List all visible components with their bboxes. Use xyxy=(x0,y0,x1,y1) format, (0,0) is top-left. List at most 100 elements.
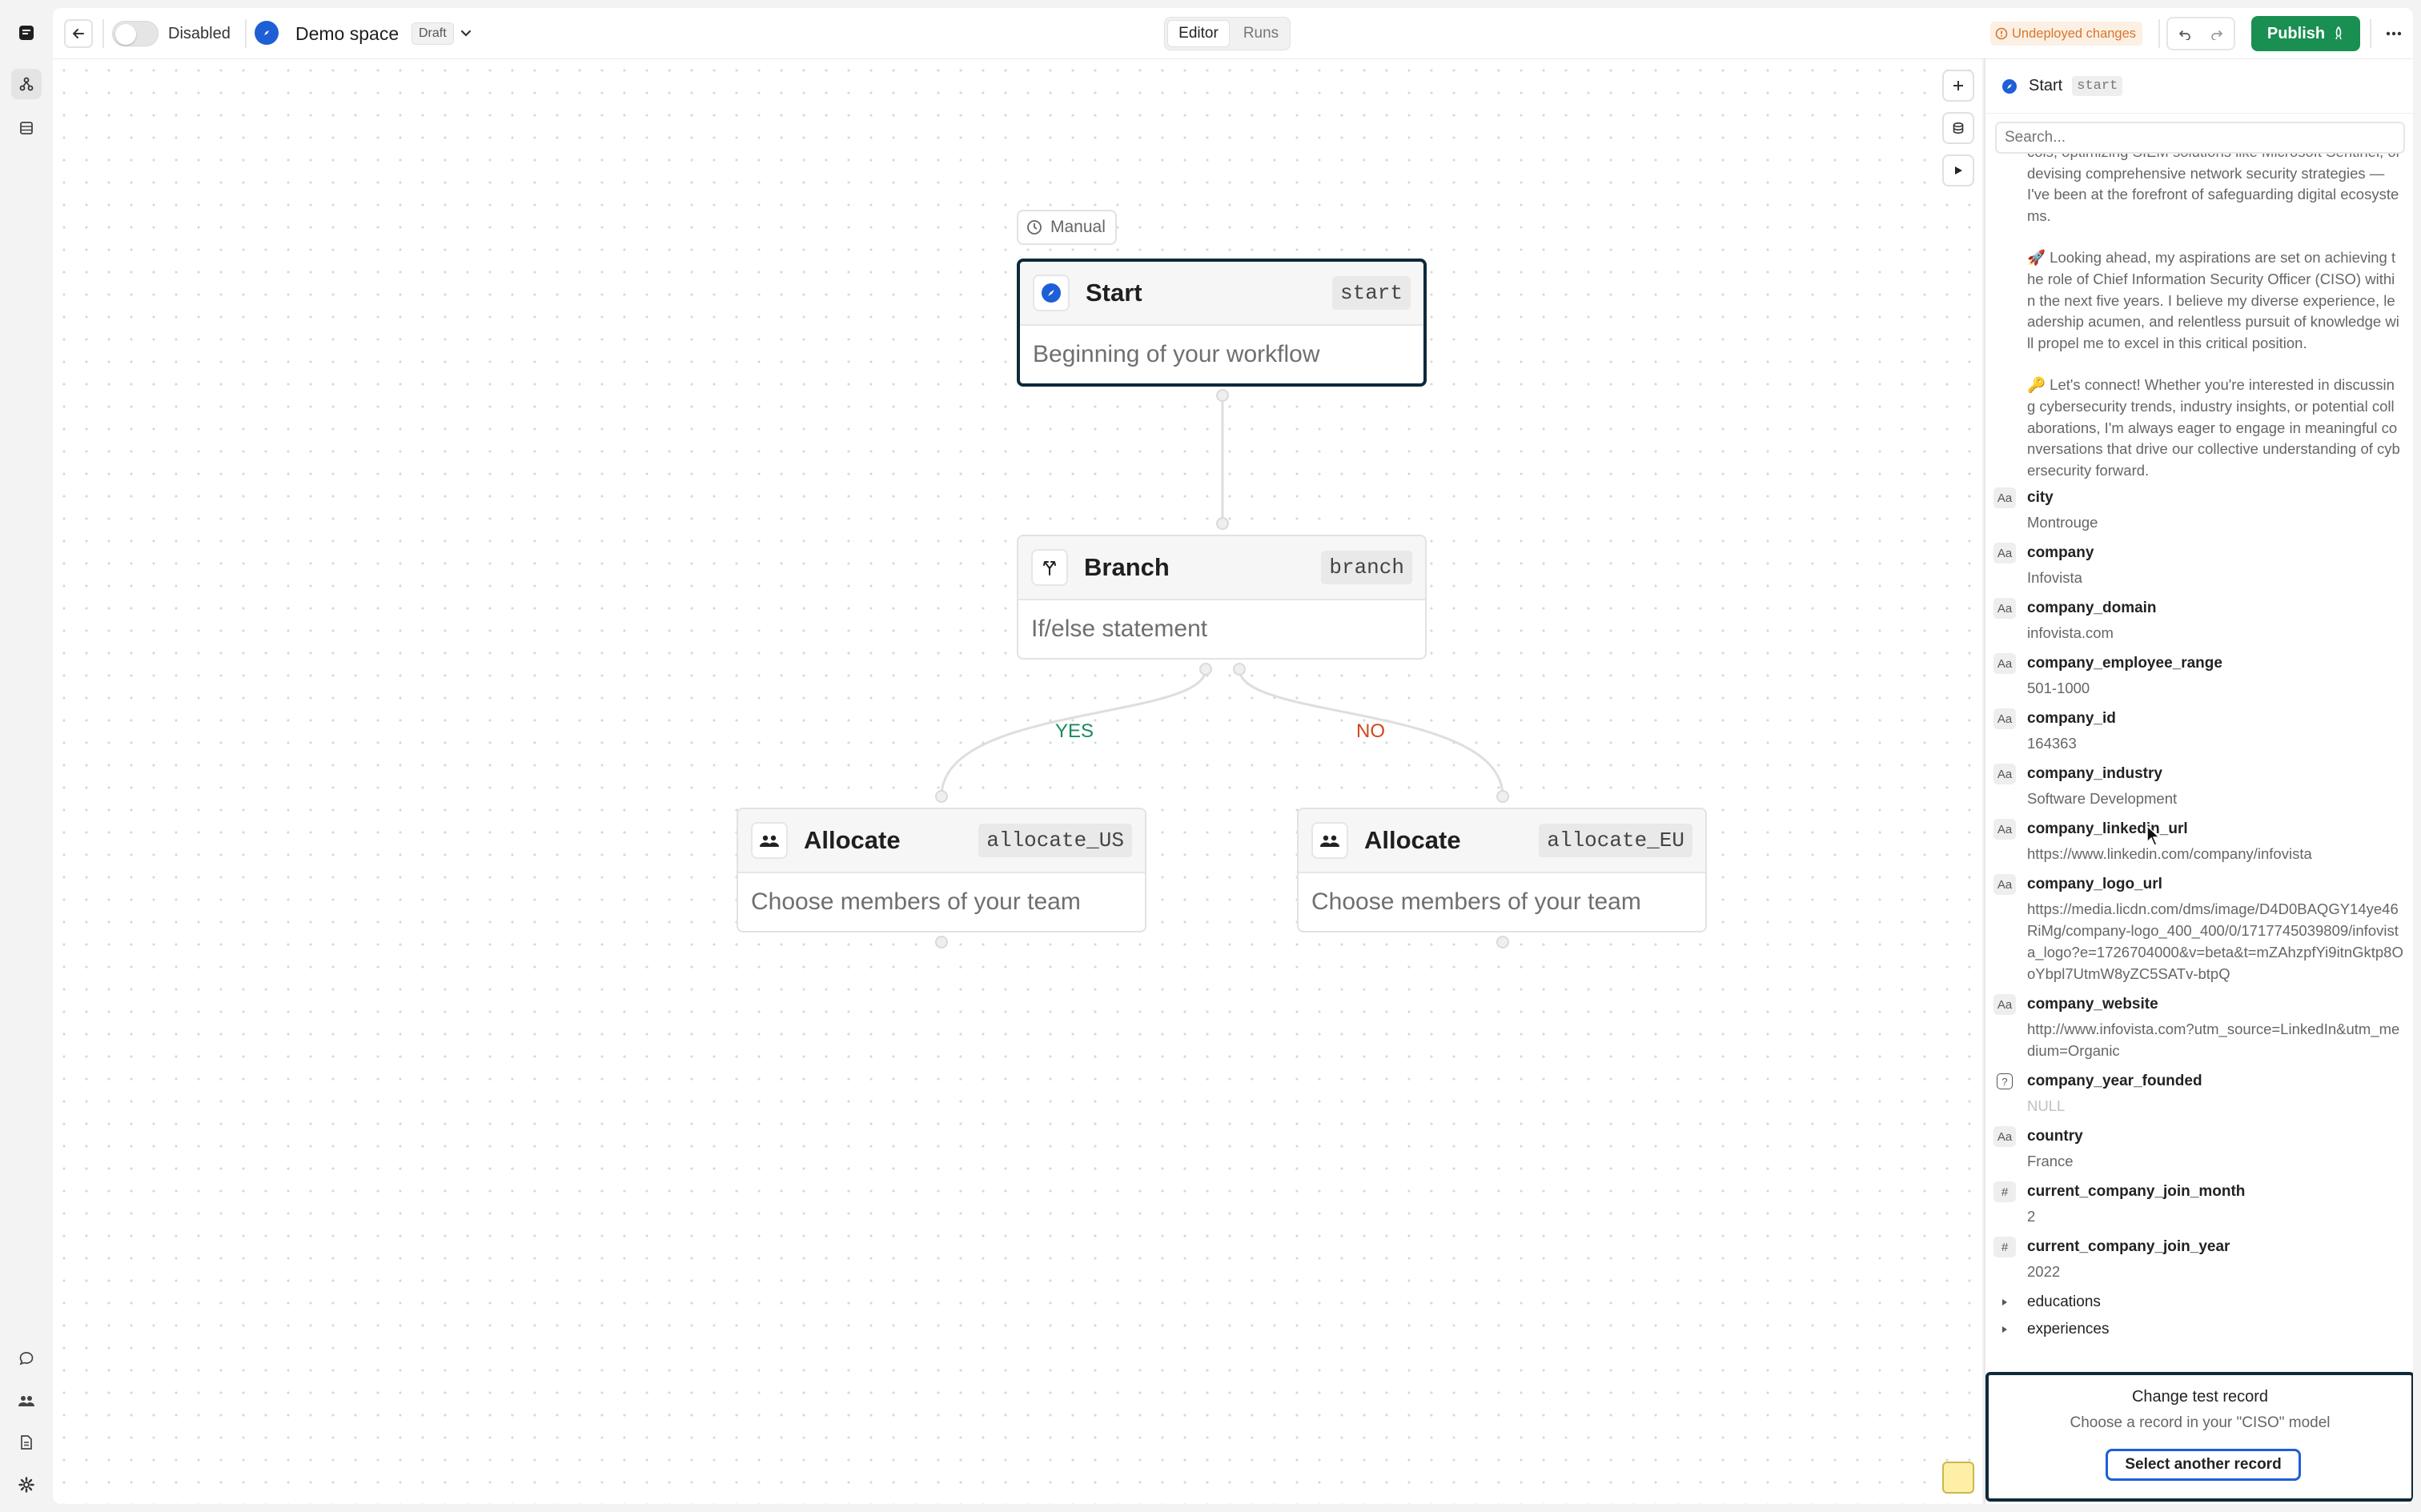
branch-input-handle[interactable] xyxy=(1216,517,1229,530)
node-code: branch xyxy=(1321,551,1412,584)
field-value: 2022 xyxy=(2027,1263,2061,1281)
field-value: 2 xyxy=(2027,1208,2036,1225)
publish-label: Publish xyxy=(2266,24,2326,42)
yes-edge-label: YES xyxy=(1055,720,1094,742)
run-button[interactable] xyxy=(1942,154,1974,186)
allocate-eu-output-handle[interactable] xyxy=(1496,936,1509,949)
record-field: ? company_year_founded NULL xyxy=(1985,1068,2413,1123)
sticky-note-button[interactable] xyxy=(1942,1462,1974,1494)
allocate-us-node[interactable]: Allocate allocate_US Choose members of y… xyxy=(737,808,1146,932)
branch-icon xyxy=(1031,549,1068,586)
field-name: company_industry xyxy=(2027,765,2162,783)
history-controls xyxy=(2166,17,2235,50)
app-window: Disabled Demo space Draft Editor Runs Un… xyxy=(0,0,2421,1512)
allocate-eu-input-handle[interactable] xyxy=(1496,790,1509,803)
field-value: 501-1000 xyxy=(2027,680,2090,697)
allocate-us-output-handle[interactable] xyxy=(935,936,948,949)
node-description: If/else statement xyxy=(1031,616,1208,642)
trigger-label: Manual xyxy=(1050,218,1106,236)
add-node-button[interactable] xyxy=(1942,70,1974,102)
node-header: Allocate allocate_EU xyxy=(1299,809,1705,873)
node-title: Start xyxy=(1086,279,1142,307)
undo-button[interactable] xyxy=(2173,23,2197,46)
caret-right-icon xyxy=(1993,1326,2016,1334)
collapsed-field[interactable]: experiences xyxy=(1985,1316,2413,1343)
data-button[interactable] xyxy=(1942,112,1974,144)
node-description: Choose members of your team xyxy=(1311,888,1641,915)
about-paragraph: 🚀 Looking ahead, my aspirations are set … xyxy=(2027,249,2399,351)
publish-button[interactable]: Publish xyxy=(2251,16,2360,51)
record-field: # current_company_join_month 2 xyxy=(1985,1178,2413,1233)
workflow-edges xyxy=(940,395,1504,797)
field-name: educations xyxy=(2027,1293,2101,1311)
no-edge-label: NO xyxy=(1356,720,1385,742)
caret-right-icon xyxy=(1993,1298,2016,1306)
branch-node[interactable]: Branch branch If/else statement xyxy=(1017,535,1427,660)
branch-yes-handle[interactable] xyxy=(1199,663,1212,676)
more-button[interactable] xyxy=(2379,19,2408,48)
node-title: Allocate xyxy=(1364,826,1461,854)
trigger-badge[interactable]: Manual xyxy=(1017,210,1117,245)
field-name: company_logo_url xyxy=(2027,876,2162,893)
node-code: allocate_US xyxy=(978,824,1132,857)
record-field: Aa company_linkedin_url https://www.linke… xyxy=(1985,816,2413,871)
record-field: Aa city Montrouge xyxy=(1985,484,2413,539)
node-description: Beginning of your workflow xyxy=(1033,341,1320,367)
start-output-handle[interactable] xyxy=(1216,389,1229,402)
compass-icon xyxy=(2002,78,2017,94)
record-scroll-area[interactable]: cols, optimizing SIEM solutions like Mic… xyxy=(1985,154,2413,1402)
field-name: current_company_join_month xyxy=(2027,1183,2246,1201)
allocate-eu-node[interactable]: Allocate allocate_EU Choose members of y… xyxy=(1297,808,1707,932)
start-node[interactable]: Start start Beginning of your workflow xyxy=(1017,259,1427,387)
record-field: Aa company_employee_range 501-1000 xyxy=(1985,650,2413,705)
warning-icon xyxy=(1995,27,2008,40)
record-field: Aa country France xyxy=(1985,1123,2413,1178)
compass-icon xyxy=(1033,275,1070,311)
field-name: company_employee_range xyxy=(2027,655,2222,672)
node-code: allocate_EU xyxy=(1539,824,1692,857)
record-panel: Start start cols, optimizing SIEM soluti… xyxy=(1984,59,2413,1504)
node-header: Branch branch xyxy=(1018,536,1425,600)
field-value: Infovista xyxy=(2027,569,2082,587)
field-value: Montrouge xyxy=(2027,514,2098,531)
undeployed-badge[interactable]: Undeployed changes xyxy=(1990,22,2143,46)
allocate-us-input-handle[interactable] xyxy=(935,790,948,803)
play-icon xyxy=(1955,166,1962,174)
undo-icon xyxy=(2178,30,2190,40)
panel-code: start xyxy=(2072,76,2123,96)
record-field: Aa company_industry Software Development xyxy=(1985,760,2413,816)
record-field: Aa company_website http://www.infovista.c… xyxy=(1985,991,2413,1068)
node-description: Choose members of your team xyxy=(751,888,1081,915)
test-record-title: Change test record xyxy=(2131,1388,2269,1406)
number-type-icon: # xyxy=(1993,1237,2016,1258)
redo-icon xyxy=(2211,30,2223,40)
search-field[interactable] xyxy=(2005,129,2403,146)
redo-button[interactable] xyxy=(2205,23,2229,46)
about-paragraph: cols, optimizing SIEM solutions like Mic… xyxy=(2027,154,2401,224)
search-input[interactable] xyxy=(1995,122,2405,154)
field-value: Software Development xyxy=(2027,790,2178,808)
database-icon xyxy=(1953,122,1964,134)
field-name: company_linkedin_url xyxy=(2027,820,2188,838)
field-value: NULL xyxy=(2027,1097,2066,1115)
text-type-icon: Aa xyxy=(1993,543,2016,564)
test-record-card: Change test record Choose a record in yo… xyxy=(1985,1372,2413,1502)
field-name: experiences xyxy=(2027,1321,2110,1338)
select-another-record-button[interactable]: Select another record xyxy=(2106,1449,2301,1481)
text-type-icon: Aa xyxy=(1993,487,2016,509)
about-field-value: cols, optimizing SIEM solutions like Mic… xyxy=(1985,154,2413,481)
plus-icon xyxy=(1953,81,1963,90)
text-type-icon: Aa xyxy=(1993,874,2016,896)
collapsed-field[interactable]: educations xyxy=(1985,1289,2413,1316)
text-type-icon: Aa xyxy=(1993,708,2016,730)
team-icon xyxy=(1311,822,1348,859)
text-type-icon: Aa xyxy=(1993,598,2016,620)
field-name: company_id xyxy=(2027,710,2116,728)
text-type-icon: Aa xyxy=(1993,764,2016,785)
field-name: current_company_join_year xyxy=(2027,1238,2230,1256)
field-value: http://www.infovista.com?utm_source=Link… xyxy=(2027,1021,2400,1060)
unknown-type-icon: ? xyxy=(1997,1073,2013,1090)
record-field: Aa company_domain infovista.com xyxy=(1985,595,2413,650)
branch-no-handle[interactable] xyxy=(1233,663,1246,676)
node-title: Branch xyxy=(1084,553,1170,581)
